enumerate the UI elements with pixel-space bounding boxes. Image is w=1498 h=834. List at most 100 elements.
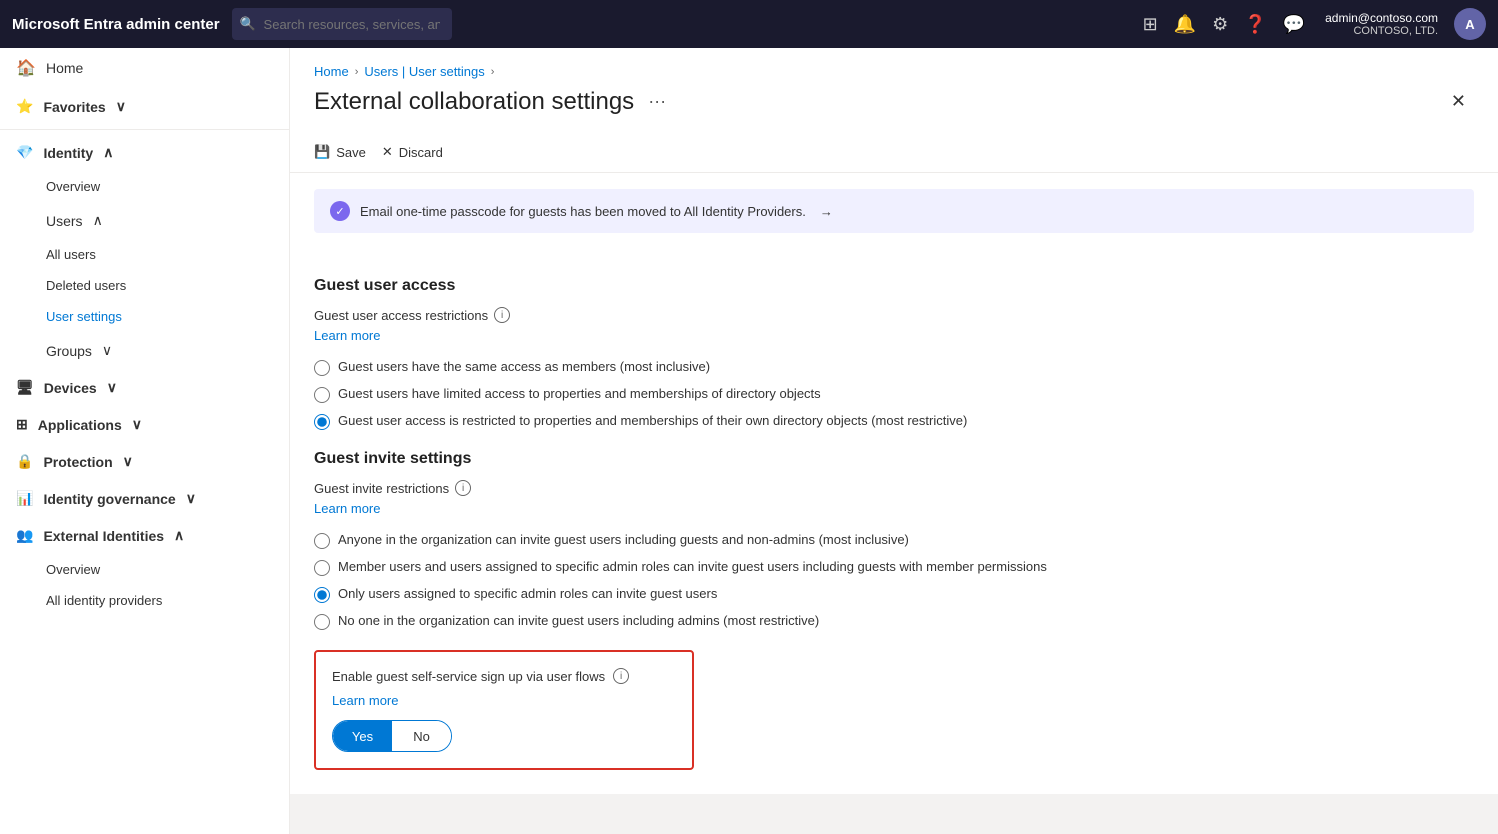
top-nav-icons: ⊞ 🔔 ⚙ ❓ 💬 admin@contoso.com CONTOSO, LTD… xyxy=(1143,8,1486,40)
guest-access-radio-2[interactable] xyxy=(314,387,330,403)
page-title: External collaboration settings xyxy=(314,88,634,116)
user-info: admin@contoso.com CONTOSO, LTD. xyxy=(1325,11,1438,37)
identity-icon: 💎 xyxy=(16,144,33,161)
portal-icon[interactable]: ⊞ xyxy=(1143,14,1158,35)
chevron-down-icon-groups: ∨ xyxy=(102,342,112,359)
guest-access-option-3[interactable]: Guest user access is restricted to prope… xyxy=(314,413,1474,430)
sidebar-identity-governance-label: Identity governance xyxy=(43,491,175,507)
banner-message: Email one-time passcode for guests has b… xyxy=(360,204,806,219)
breadcrumb: Home › Users | User settings › xyxy=(290,48,1498,79)
sidebar-divider-1 xyxy=(0,129,289,130)
chevron-down-icon: ∨ xyxy=(116,98,126,115)
search-input[interactable] xyxy=(232,8,452,40)
sidebar-favorites[interactable]: ⭐ Favorites ∨ xyxy=(0,88,289,125)
breadcrumb-sep-2: › xyxy=(491,66,495,78)
page-header: External collaboration settings ··· ✕ xyxy=(290,79,1498,132)
content-body: Guest user access Guest user access rest… xyxy=(290,249,1498,794)
feedback-icon[interactable]: 💬 xyxy=(1283,14,1305,35)
sidebar-favorites-label: Favorites xyxy=(43,99,105,115)
guest-access-learn-more[interactable]: Learn more xyxy=(314,328,380,343)
self-service-info-icon[interactable]: i xyxy=(613,668,629,684)
sidebar-devices-label: Devices xyxy=(44,380,97,396)
applications-icon: ⊞ xyxy=(16,416,28,433)
app-title: Microsoft Entra admin center xyxy=(12,16,220,33)
top-navigation: Microsoft Entra admin center 🔍 ⊞ 🔔 ⚙ ❓ 💬… xyxy=(0,0,1498,48)
guest-invite-option-4[interactable]: No one in the organization can invite gu… xyxy=(314,613,1474,630)
main-layout: 🏠 Home ⭐ Favorites ∨ 💎 Identity ∧ Overvi… xyxy=(0,48,1498,834)
sidebar-groups[interactable]: Groups ∨ xyxy=(0,332,289,369)
banner-icon: ✓ xyxy=(330,201,350,221)
chevron-down-icon-protection: ∨ xyxy=(123,453,133,470)
save-icon: 💾 xyxy=(314,144,330,160)
sidebar-users-label: Users xyxy=(46,213,83,229)
self-service-learn-more[interactable]: Learn more xyxy=(332,693,398,708)
guest-invite-info-icon[interactable]: i xyxy=(455,480,471,496)
guest-invite-learn-more[interactable]: Learn more xyxy=(314,501,380,516)
sidebar-groups-label: Groups xyxy=(46,343,92,359)
sidebar-item-home[interactable]: 🏠 Home xyxy=(0,48,289,88)
more-options-icon[interactable]: ··· xyxy=(648,91,666,112)
guest-invite-radio-3[interactable] xyxy=(314,587,330,603)
sidebar-external-identities[interactable]: 👥 External Identities ∧ xyxy=(0,517,289,554)
favorites-icon: ⭐ xyxy=(16,98,33,115)
sidebar-item-overview[interactable]: Overview xyxy=(0,171,289,202)
sidebar-item-user-settings[interactable]: User settings xyxy=(0,301,289,332)
sidebar-devices[interactable]: 🖥 Devices ∨ xyxy=(0,369,289,406)
breadcrumb-sep-1: › xyxy=(355,66,359,78)
guest-invite-option-3[interactable]: Only users assigned to specific admin ro… xyxy=(314,586,1474,603)
sidebar-identity-governance[interactable]: 📊 Identity governance ∨ xyxy=(0,480,289,517)
toggle-no-button[interactable]: No xyxy=(392,721,451,751)
sidebar-home-label: Home xyxy=(46,60,83,76)
content-area: Home › Users | User settings › External … xyxy=(290,48,1498,794)
sidebar-item-ext-overview[interactable]: Overview xyxy=(0,554,289,585)
search-wrapper: 🔍 xyxy=(232,8,832,40)
sidebar-ext-overview-label: Overview xyxy=(46,562,100,577)
guest-invite-radio-4[interactable] xyxy=(314,614,330,630)
guest-access-radio-group: Guest users have the same access as memb… xyxy=(314,359,1474,430)
guest-invite-title: Guest invite settings xyxy=(314,450,1474,468)
help-icon[interactable]: ❓ xyxy=(1244,14,1266,35)
guest-access-info-icon[interactable]: i xyxy=(494,307,510,323)
sidebar-item-all-users[interactable]: All users xyxy=(0,239,289,270)
content-wrapper: Home › Users | User settings › External … xyxy=(290,48,1498,834)
external-identities-icon: 👥 xyxy=(16,527,33,544)
discard-button[interactable]: ✕ Discard xyxy=(382,140,443,164)
settings-icon[interactable]: ⚙ xyxy=(1212,14,1228,35)
sidebar-identity[interactable]: 💎 Identity ∧ xyxy=(0,134,289,171)
chevron-up-icon-ext: ∧ xyxy=(174,527,184,544)
self-service-row: Enable guest self-service sign up via us… xyxy=(332,668,676,684)
sidebar-identity-label: Identity xyxy=(43,145,93,161)
sidebar-all-users-label: All users xyxy=(46,247,96,262)
sidebar-protection-label: Protection xyxy=(43,454,112,470)
notification-icon[interactable]: 🔔 xyxy=(1174,14,1196,35)
chevron-down-icon-apps: ∨ xyxy=(132,416,142,433)
banner-arrow[interactable]: → xyxy=(820,204,833,219)
sidebar-applications[interactable]: ⊞ Applications ∨ xyxy=(0,406,289,443)
chevron-down-icon-ig: ∨ xyxy=(186,490,196,507)
sidebar-users[interactable]: Users ∧ xyxy=(0,202,289,239)
guest-access-option-1[interactable]: Guest users have the same access as memb… xyxy=(314,359,1474,376)
sidebar-applications-label: Applications xyxy=(38,417,122,433)
close-button[interactable]: ✕ xyxy=(1443,87,1474,116)
guest-invite-option-1[interactable]: Anyone in the organization can invite gu… xyxy=(314,532,1474,549)
guest-invite-option-2[interactable]: Member users and users assigned to speci… xyxy=(314,559,1474,576)
sidebar-item-all-identity-providers[interactable]: All identity providers xyxy=(0,585,289,616)
breadcrumb-home[interactable]: Home xyxy=(314,64,349,79)
guest-access-radio-1[interactable] xyxy=(314,360,330,376)
guest-access-radio-3[interactable] xyxy=(314,414,330,430)
guest-invite-radio-1[interactable] xyxy=(314,533,330,549)
chevron-down-icon-users: ∧ xyxy=(93,212,103,229)
toggle-yes-button[interactable]: Yes xyxy=(333,721,392,751)
avatar[interactable]: A xyxy=(1454,8,1486,40)
guest-access-option-2[interactable]: Guest users have limited access to prope… xyxy=(314,386,1474,403)
save-button[interactable]: 💾 Save xyxy=(314,140,366,164)
sidebar-item-deleted-users[interactable]: Deleted users xyxy=(0,270,289,301)
guest-invite-radio-2[interactable] xyxy=(314,560,330,576)
sidebar-protection[interactable]: 🔒 Protection ∨ xyxy=(0,443,289,480)
sidebar-deleted-users-label: Deleted users xyxy=(46,278,126,293)
self-service-toggle[interactable]: Yes No xyxy=(332,720,452,752)
search-icon: 🔍 xyxy=(240,16,256,32)
self-service-section: Enable guest self-service sign up via us… xyxy=(314,650,694,770)
protection-icon: 🔒 xyxy=(16,453,33,470)
breadcrumb-users-settings[interactable]: Users | User settings xyxy=(364,64,484,79)
